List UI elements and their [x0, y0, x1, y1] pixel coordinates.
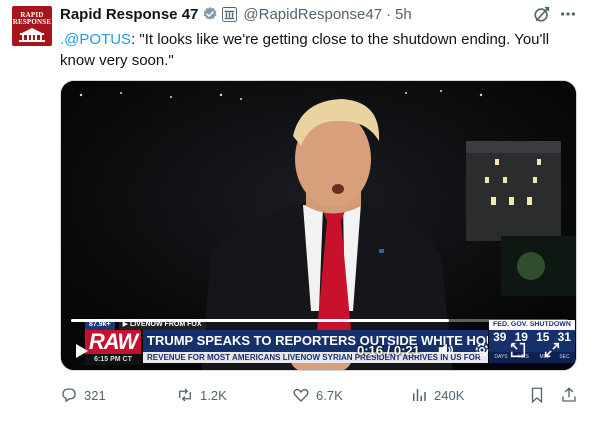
- heart-icon: [293, 388, 309, 402]
- mention-link[interactable]: .@POTUS: [60, 31, 131, 48]
- timestamp[interactable]: 5h: [395, 6, 412, 23]
- separator-dot: ·: [386, 5, 392, 23]
- countdown-unit-days: DAYS: [494, 354, 508, 360]
- bookmark-icon[interactable]: [528, 386, 546, 404]
- view-count: 240K: [434, 387, 465, 403]
- user-handle[interactable]: @RapidResponse47: [243, 6, 382, 23]
- repost-count: 1.2K: [200, 387, 227, 403]
- raw-bug: RAW: [85, 330, 141, 354]
- tweet-header: Rapid Response 47 @RapidResponse47 · 5h: [60, 4, 412, 24]
- play-icon[interactable]: [75, 343, 89, 359]
- avatar-logo-text: RAPID RESPONSE: [12, 11, 52, 26]
- countdown-days: 39: [493, 330, 507, 344]
- reply-count: 321: [84, 387, 106, 403]
- reply-button[interactable]: 321: [60, 383, 106, 407]
- like-count: 6.7K: [316, 387, 343, 403]
- video-progress-fill: [71, 319, 449, 322]
- more-options-icon[interactable]: [559, 5, 577, 23]
- tweet-text: .@POTUS: "It looks like we're getting cl…: [60, 29, 580, 71]
- grok-icon[interactable]: [533, 5, 551, 23]
- share-icon[interactable]: [560, 386, 578, 404]
- broadcast-clock: 6:15 PM CT: [85, 354, 141, 365]
- countdown-units: DAYS HRS MIN SEC: [489, 352, 575, 363]
- reply-icon: [62, 388, 76, 403]
- video-time: 0:16 / 0:21: [357, 343, 420, 358]
- affiliation-badge-icon[interactable]: [222, 6, 238, 22]
- settings-gear-icon[interactable]: [473, 341, 491, 359]
- news-lower-third: 87.9k+ ▶ LIVENOW FROM FOX RAW 6:15 PM CT…: [61, 317, 576, 370]
- repost-button[interactable]: 1.2K: [176, 383, 227, 407]
- video-player[interactable]: 87.9k+ ▶ LIVENOW FROM FOX RAW 6:15 PM CT…: [60, 80, 577, 371]
- like-button[interactable]: 6.7K: [292, 383, 343, 407]
- display-name[interactable]: Rapid Response 47: [60, 6, 198, 23]
- views-chart-icon: [413, 389, 426, 401]
- avatar[interactable]: RAPID RESPONSE: [12, 6, 52, 46]
- repost-icon: [179, 388, 191, 402]
- tweet-card[interactable]: RAPID RESPONSE Rapid Response 47 @RapidR: [0, 0, 594, 422]
- verified-badge-icon[interactable]: [202, 6, 218, 22]
- picture-in-picture-icon[interactable]: [509, 341, 527, 359]
- tweet-body: : "It looks like we're getting close to …: [60, 31, 550, 69]
- white-house-icon: [19, 28, 45, 42]
- tweet-action-bar: 321 1.2K 6.7K 240K: [60, 383, 580, 407]
- shutdown-countdown: 39 19 15 31: [489, 330, 575, 352]
- volume-icon[interactable]: [437, 341, 455, 359]
- views-button[interactable]: 240K: [410, 383, 464, 407]
- video-progress-bar[interactable]: [71, 319, 568, 322]
- fullscreen-icon[interactable]: [543, 341, 561, 359]
